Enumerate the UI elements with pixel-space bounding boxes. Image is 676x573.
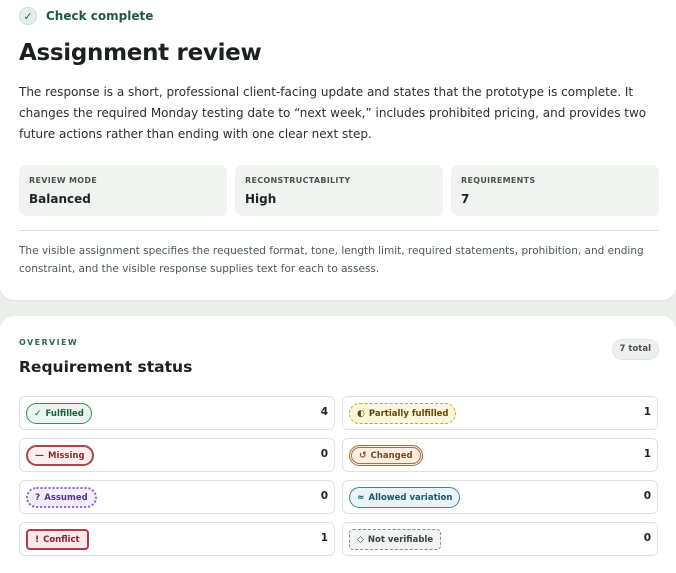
approx-icon: ≈ bbox=[357, 492, 365, 503]
assumed-count: 0 bbox=[320, 490, 328, 502]
status-row-changed: ↺ Changed 1 bbox=[342, 438, 658, 472]
overview-title: Requirement status bbox=[19, 358, 193, 376]
review-summary-card: ✓ Check complete Assignment review The r… bbox=[0, 0, 676, 300]
assumed-pill: ? Assumed bbox=[26, 487, 97, 508]
not-verifiable-count: 0 bbox=[643, 532, 651, 544]
changed-count: 1 bbox=[643, 448, 651, 460]
missing-label: Missing bbox=[48, 450, 85, 461]
partially-fulfilled-count: 1 bbox=[643, 406, 651, 418]
status-row-fulfilled: ✓ Fulfilled 4 bbox=[19, 396, 335, 430]
not-verifiable-label: Not verifiable bbox=[367, 534, 434, 545]
allowed-variation-label: Allowed variation bbox=[368, 492, 453, 503]
not-verifiable-pill: ◇ Not verifiable bbox=[349, 529, 442, 550]
review-mode-box: REVIEW MODE Balanced bbox=[19, 165, 227, 216]
review-mode-value: Balanced bbox=[29, 192, 91, 206]
reconstructability-value: High bbox=[245, 192, 277, 206]
status-label: Check complete bbox=[46, 9, 154, 23]
conflict-label: Conflict bbox=[43, 534, 80, 545]
overview-card: OVERVIEW Requirement status 7 total ✓ Fu… bbox=[0, 316, 676, 573]
conflict-pill: ! Conflict bbox=[26, 529, 89, 550]
dash-icon: — bbox=[35, 450, 44, 461]
exclamation-icon: ! bbox=[35, 534, 40, 545]
diamond-icon: ◇ bbox=[357, 534, 364, 545]
summary-text: The response is a short, professional cl… bbox=[19, 85, 647, 141]
checkmark-icon: ✓ bbox=[19, 7, 37, 25]
review-mode-label: REVIEW MODE bbox=[29, 176, 98, 185]
fulfilled-pill: ✓ Fulfilled bbox=[26, 403, 92, 424]
status-row-assumed: ? Assumed 0 bbox=[19, 480, 335, 514]
reconstructability-box: RECONSTRUCTABILITY High bbox=[235, 165, 443, 216]
requirements-label: REQUIREMENTS bbox=[461, 176, 536, 185]
fulfilled-label: Fulfilled bbox=[45, 408, 84, 419]
missing-pill: — Missing bbox=[26, 445, 94, 466]
assumed-label: Assumed bbox=[44, 492, 88, 503]
partially-fulfilled-pill: ◐ Partially fulfilled bbox=[349, 403, 457, 424]
status-row-conflict: ! Conflict 1 bbox=[19, 522, 335, 556]
rotate-icon: ↺ bbox=[359, 450, 367, 461]
missing-count: 0 bbox=[320, 448, 328, 460]
partially-fulfilled-label: Partially fulfilled bbox=[368, 408, 449, 419]
divider bbox=[19, 230, 659, 231]
allowed-variation-pill: ≈ Allowed variation bbox=[349, 487, 461, 508]
total-badge: 7 total bbox=[611, 339, 659, 360]
allowed-variation-count: 0 bbox=[643, 490, 651, 502]
half-circle-icon: ◐ bbox=[357, 408, 365, 419]
conflict-count: 1 bbox=[320, 532, 328, 544]
requirements-value: 7 bbox=[461, 192, 470, 206]
status-row-allowed-variation: ≈ Allowed variation 0 bbox=[342, 480, 658, 514]
status-badge: ✓ Check complete bbox=[19, 7, 153, 25]
changed-label: Changed bbox=[370, 450, 413, 461]
status-row-not-verifiable: ◇ Not verifiable 0 bbox=[342, 522, 658, 556]
reconstructability-label: RECONSTRUCTABILITY bbox=[245, 176, 351, 185]
question-icon: ? bbox=[35, 492, 41, 503]
page-title: Assignment review bbox=[19, 40, 262, 66]
assessment-note: The visible assignment specifies the req… bbox=[19, 245, 644, 275]
changed-pill: ↺ Changed bbox=[349, 445, 423, 466]
fulfilled-count: 4 bbox=[320, 406, 328, 418]
requirements-box: REQUIREMENTS 7 bbox=[451, 165, 659, 216]
status-row-missing: — Missing 0 bbox=[19, 438, 335, 472]
check-icon: ✓ bbox=[34, 408, 42, 419]
overview-eyebrow: OVERVIEW bbox=[19, 338, 79, 347]
status-row-partially-fulfilled: ◐ Partially fulfilled 1 bbox=[342, 396, 658, 430]
